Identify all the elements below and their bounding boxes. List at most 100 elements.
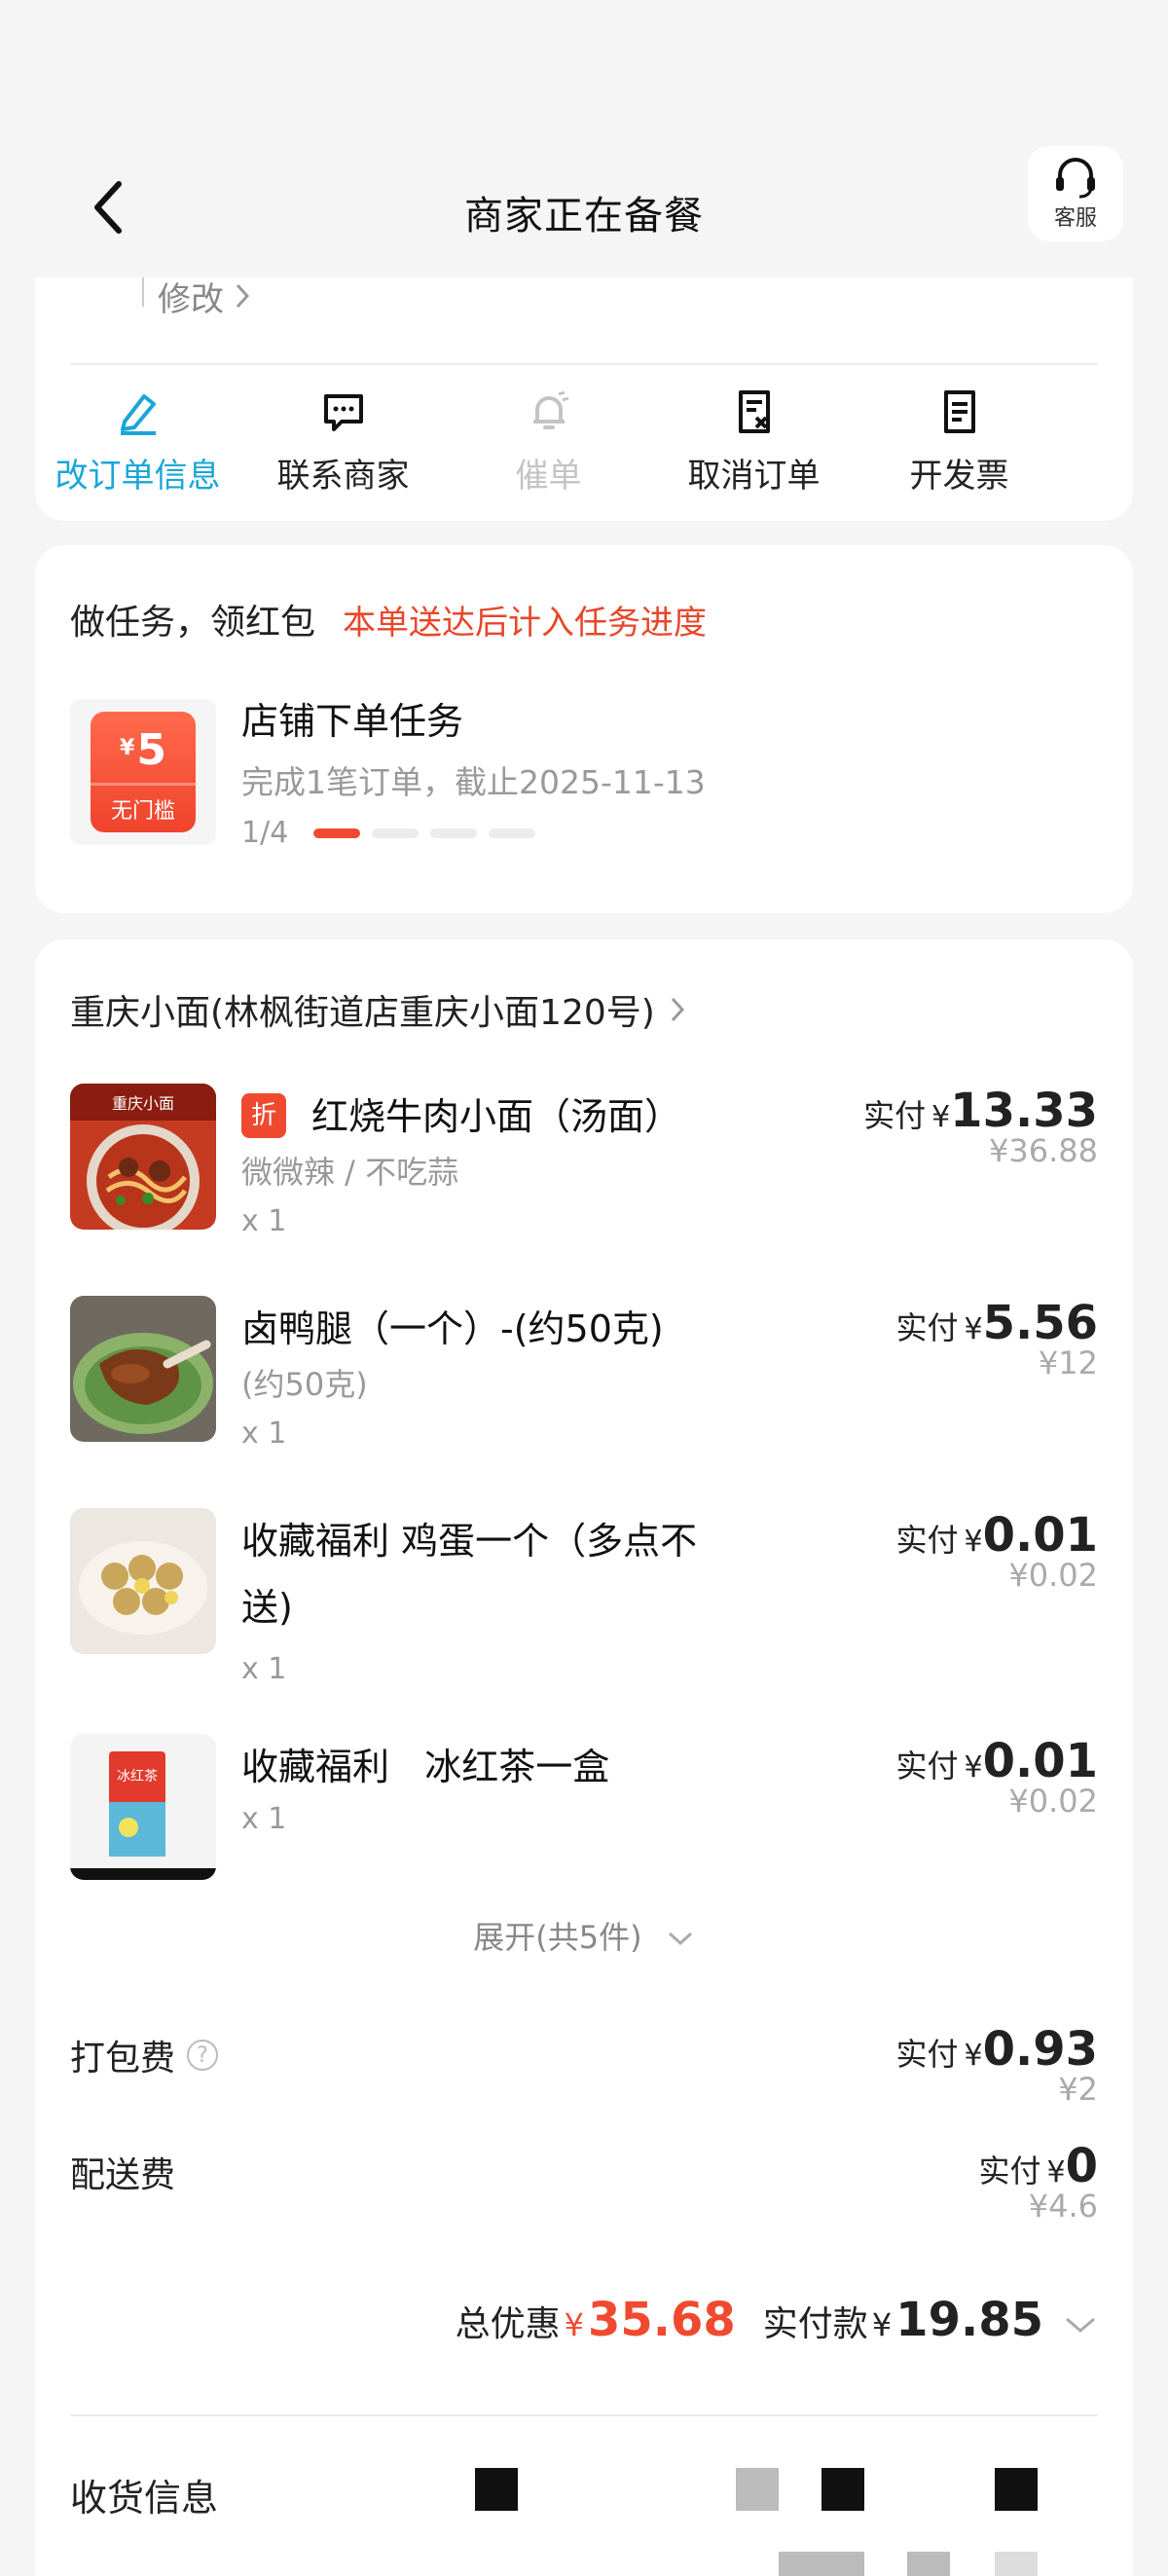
action-label: 催单	[515, 457, 582, 496]
action-cancel-order[interactable]: 取消订单	[651, 385, 857, 497]
back-button[interactable]	[80, 164, 138, 251]
action-label: 联系商家	[276, 457, 410, 496]
real-price: 5.56	[982, 1296, 1098, 1350]
progress-dot	[313, 828, 361, 838]
item-name: 卤鸭腿（一个）-(约50克)	[241, 1296, 664, 1362]
order-actions-card: 修改 改订单信息 联系商家 催单 取消订单 开发票	[35, 277, 1133, 521]
chat-icon	[323, 394, 363, 431]
order-detail-card: 重庆小面(林枫街道店重庆小面120号) 重庆小面 折 红烧牛肉小面（汤面） 微微…	[35, 939, 1133, 2576]
coupon-band	[91, 783, 196, 786]
item-title-line1: 收藏福利 鸡蛋一个（多点不	[241, 1520, 698, 1563]
redaction-block	[995, 2552, 1038, 2576]
action-label: 开发票	[909, 457, 1009, 496]
svg-text:重庆小面: 重庆小面	[112, 1094, 174, 1113]
item-title-line2: 送)	[241, 1586, 293, 1629]
item-price: 实付 ¥0.01 ¥0.02	[895, 1734, 1098, 1820]
item-title: 红烧牛肉小面（汤面）	[311, 1095, 682, 1138]
redaction-block	[736, 2468, 779, 2511]
chevron-right-icon	[236, 283, 250, 309]
total-row[interactable]: 总优惠 ¥ 35.68 实付款 ¥ 19.85	[456, 2293, 1098, 2347]
item-qty: x 1	[241, 1652, 287, 1686]
delivery-fee-price: 实付 ¥0 ¥4.6	[978, 2139, 1098, 2225]
action-label: 取消订单	[687, 457, 821, 496]
item-qty: x 1	[241, 1204, 287, 1238]
timeline-line	[142, 277, 144, 307]
total-discount-amount: 35.68	[587, 2293, 736, 2347]
modify-link[interactable]: 修改	[142, 277, 251, 319]
item-title: 收藏福利 冰红茶一盒	[241, 1746, 610, 1788]
order-item[interactable]: 卤鸭腿（一个）-(约50克) (约50克) x 1 实付 ¥5.56 ¥12	[70, 1296, 1098, 1461]
chevron-down-icon	[1066, 2317, 1095, 2333]
help-icon[interactable]: ?	[187, 2040, 219, 2071]
redaction-block	[995, 2468, 1038, 2511]
yen-sign: ¥	[964, 1525, 983, 1559]
service-label: 客服	[1053, 206, 1097, 231]
progress-dot	[430, 828, 478, 838]
item-qty: x 1	[241, 1417, 287, 1451]
progress-text: 1/4	[241, 816, 289, 850]
item-qty: x 1	[241, 1802, 287, 1836]
shop-name: 重庆小面(林枫街道店重庆小面120号)	[70, 993, 655, 1033]
modify-label: 修改	[158, 279, 224, 319]
divider	[70, 363, 1098, 365]
task-name: 店铺下单任务	[241, 700, 464, 743]
redaction-block	[779, 2552, 864, 2576]
real-label: 实付	[895, 1748, 959, 1785]
red-packet-coupon: ¥5 无门槛	[91, 712, 196, 832]
real-label: 实付	[895, 2036, 959, 2073]
order-item[interactable]: 重庆小面 折 红烧牛肉小面（汤面） 微微辣 / 不吃蒜 x 1 实付 ¥13.33…	[70, 1084, 1098, 1249]
item-price: 实付 ¥5.56 ¥12	[895, 1296, 1098, 1381]
real-price: 0.01	[982, 1734, 1098, 1788]
progress-dot	[489, 828, 536, 838]
packaging-fee-label: 打包费 ?	[70, 2030, 219, 2080]
yen-sign: ¥	[871, 2306, 893, 2343]
item-name: 收藏福利 鸡蛋一个（多点不 送)	[241, 1508, 697, 1640]
redaction-block	[475, 2468, 518, 2511]
item-image-iced-tea: 冰红茶	[70, 1734, 216, 1880]
action-invoice[interactable]: 开发票	[857, 385, 1062, 497]
status-bar	[0, 0, 1168, 146]
action-contact-merchant[interactable]: 联系商家	[240, 385, 446, 497]
item-image-duck-leg	[70, 1296, 216, 1442]
task-desc: 完成1笔订单，截止2025-11-13	[241, 763, 706, 801]
item-price: 实付 ¥0.01 ¥0.02	[895, 1508, 1098, 1594]
item-image-noodles: 重庆小面	[70, 1084, 216, 1230]
invoice-icon	[943, 390, 975, 433]
task-title: 做任务，领红包	[70, 603, 316, 643]
item-name: 收藏福利 冰红茶一盒	[241, 1734, 609, 1800]
edit-icon	[120, 394, 156, 435]
item-spec: 微微辣 / 不吃蒜	[241, 1154, 459, 1191]
progress-dots	[313, 828, 536, 838]
task-title-row: 做任务，领红包 本单送达后计入任务进度	[70, 594, 707, 644]
action-edit-order[interactable]: 改订单信息	[35, 385, 240, 497]
task-card: 做任务，领红包 本单送达后计入任务进度 ¥5 无门槛 店铺下单任务 完成1笔订单…	[35, 545, 1133, 913]
real-price: 0	[1065, 2139, 1098, 2193]
task-progress: 1/4	[241, 816, 536, 850]
yen-sign: ¥	[964, 2039, 983, 2073]
real-price: 0.93	[982, 2022, 1098, 2077]
page-header: 商家正在备餐 客服	[0, 146, 1168, 277]
headset-icon	[1056, 158, 1095, 199]
paid-label: 实付款	[762, 2304, 868, 2344]
total-discount-label: 总优惠	[455, 2304, 561, 2344]
task-note: 本单送达后计入任务进度	[343, 603, 708, 643]
customer-service-button[interactable]: 客服	[1028, 146, 1123, 241]
real-price: 0.01	[982, 1508, 1098, 1563]
expand-items-button[interactable]: 展开(共5件)	[35, 1913, 1133, 1958]
expand-label: 展开(共5件)	[473, 1919, 642, 1956]
discount-badge: 折	[241, 1093, 286, 1138]
yen-sign: ¥	[564, 2306, 584, 2343]
real-label: 实付	[863, 1097, 927, 1134]
yen-sign: ¥	[931, 1100, 951, 1134]
order-item[interactable]: 冰红茶 收藏福利 冰红茶一盒 x 1 实付 ¥0.01 ¥0.02	[70, 1734, 1098, 1890]
shop-link[interactable]: 重庆小面(林枫街道店重庆小面120号)	[70, 984, 686, 1035]
svg-text:冰红茶: 冰红茶	[117, 1769, 158, 1785]
item-image-eggs	[70, 1508, 216, 1654]
action-urge-order[interactable]: 催单	[446, 385, 651, 497]
cancel-order-icon	[738, 390, 770, 433]
order-item[interactable]: 收藏福利 鸡蛋一个（多点不 送) x 1 实付 ¥0.01 ¥0.02	[70, 1508, 1098, 1693]
coupon-amount: 5	[136, 725, 166, 775]
packaging-fee-price: 实付 ¥0.93 ¥2	[895, 2022, 1098, 2108]
chevron-right-icon	[671, 997, 684, 1022]
yen-sign: ¥	[1046, 2155, 1066, 2190]
